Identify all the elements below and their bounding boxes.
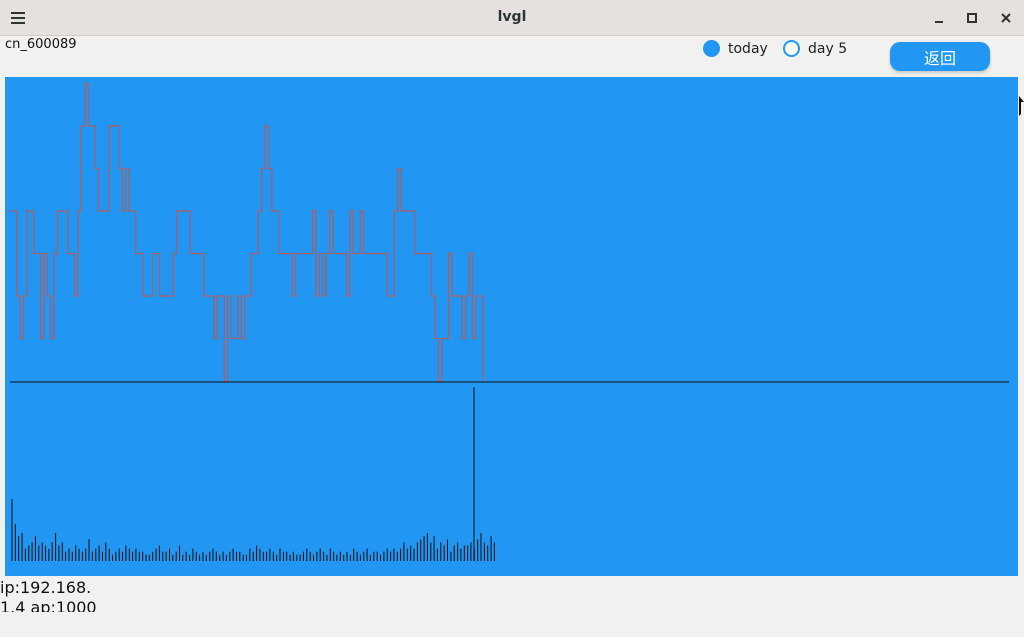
radio-checked-icon bbox=[703, 40, 720, 57]
radio-today[interactable]: today bbox=[703, 40, 768, 57]
radio-day-5-label: day 5 bbox=[808, 40, 848, 57]
title-bar: lvgl bbox=[0, 0, 1024, 36]
stock-code-label: cn_600089 bbox=[5, 37, 77, 52]
close-icon[interactable] bbox=[996, 8, 1016, 28]
back-button[interactable]: 返回 bbox=[890, 42, 990, 71]
radio-day-5[interactable]: day 5 bbox=[783, 40, 847, 57]
maximize-icon[interactable] bbox=[962, 8, 982, 28]
window-title: lvgl bbox=[497, 9, 527, 25]
mouse-cursor-icon bbox=[1019, 96, 1024, 120]
price-line bbox=[10, 82, 484, 382]
stock-chart-panel bbox=[5, 77, 1018, 576]
volume-bars-group bbox=[11, 387, 495, 561]
price-line-group bbox=[10, 82, 484, 382]
radio-unchecked-icon bbox=[783, 40, 800, 57]
stock-chart bbox=[10, 82, 1009, 561]
minimize-icon[interactable] bbox=[929, 8, 949, 28]
radio-today-label: today bbox=[728, 40, 768, 57]
ap-info-label: 1.4 ap:1000 bbox=[0, 598, 97, 612]
ip-address-label: ip:192.168. bbox=[0, 578, 92, 597]
app-window: lvgl cn_600089 today day 5 返回 ip:192.168… bbox=[0, 0, 1024, 637]
